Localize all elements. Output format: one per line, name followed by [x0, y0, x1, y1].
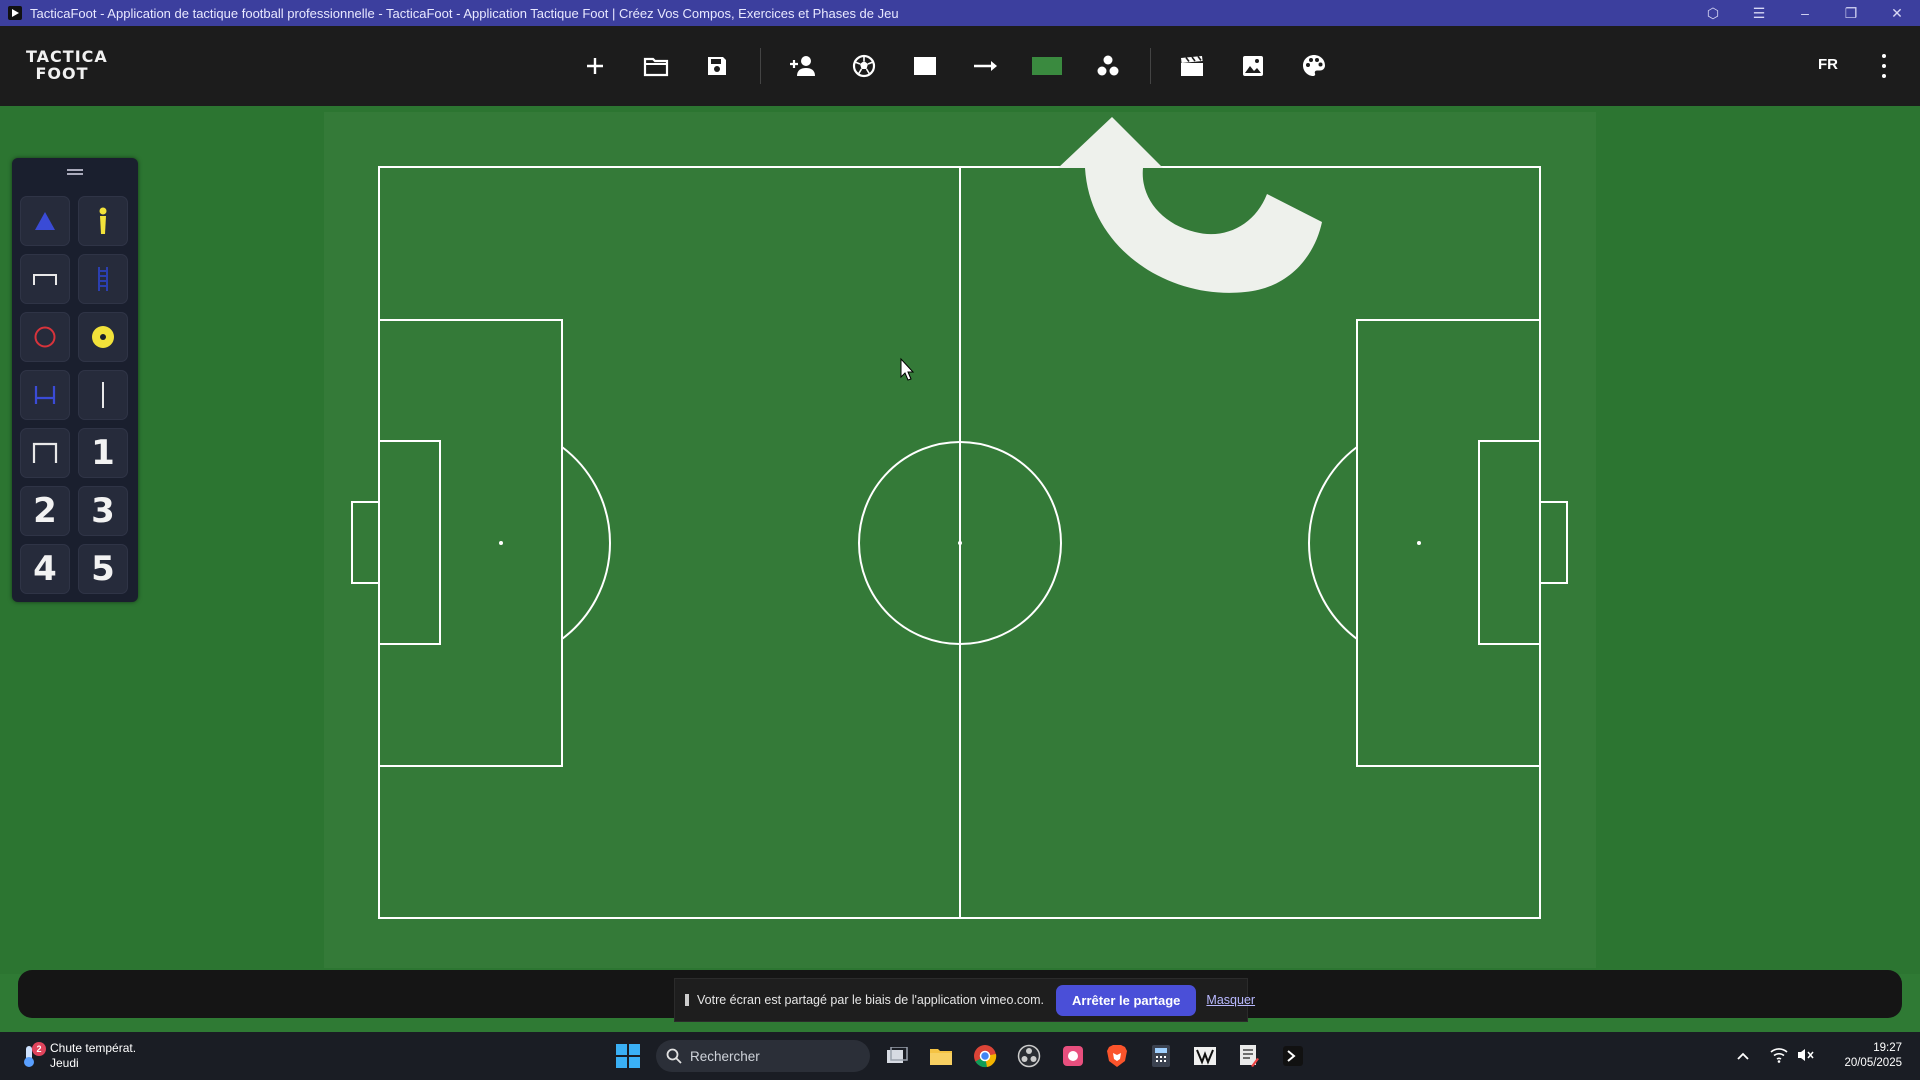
- h-goal-icon: [34, 386, 56, 404]
- curved-arrow-shape[interactable]: [1058, 117, 1322, 293]
- ladder-tool[interactable]: [78, 254, 128, 304]
- number-label: 4: [33, 549, 57, 589]
- right-penalty-arc: [1308, 446, 1358, 640]
- hide-link[interactable]: Masquer: [1206, 993, 1255, 1007]
- pause-icon: [685, 994, 689, 1006]
- taskbar-search[interactable]: Rechercher: [656, 1040, 870, 1072]
- mini-goal-icon: [32, 442, 58, 463]
- capcut-icon[interactable]: [1191, 1042, 1219, 1070]
- number-tool-5[interactable]: 5: [78, 544, 128, 594]
- brave-browser-icon[interactable]: [1103, 1042, 1131, 1070]
- screen-share-notice: Votre écran est partagé par le biais de …: [674, 978, 1255, 1022]
- share-message: Votre écran est partagé par le biais de …: [697, 993, 1045, 1007]
- hurdle-tool[interactable]: [20, 254, 70, 304]
- number-tool-3[interactable]: 3: [78, 486, 128, 536]
- chevron-up-icon[interactable]: [1736, 1049, 1750, 1063]
- mouse-cursor: [900, 357, 915, 381]
- taskbar-clock[interactable]: 19:27 20/05/2025: [1844, 1041, 1902, 1071]
- football-pitch[interactable]: [0, 0, 1920, 1080]
- right-penalty-spot: [1417, 541, 1421, 545]
- weather-badge: 2: [32, 1042, 46, 1056]
- ball-marker-icon: [92, 326, 114, 348]
- number-tool-1[interactable]: 1: [78, 428, 128, 478]
- left-penalty-arc: [561, 446, 611, 640]
- pole-tool[interactable]: [78, 370, 128, 420]
- player-figure-icon: [99, 207, 107, 234]
- wifi-icon[interactable]: [1770, 1047, 1788, 1063]
- search-placeholder: Rechercher: [690, 1048, 760, 1064]
- cone-tool[interactable]: [20, 196, 70, 246]
- chrome-icon[interactable]: [971, 1042, 999, 1070]
- center-spot: [958, 541, 962, 545]
- hurdle-icon: [33, 274, 57, 285]
- clock-time: 19:27: [1873, 1042, 1902, 1054]
- windows-start-icon[interactable]: [616, 1044, 640, 1068]
- obs-icon[interactable]: [1015, 1042, 1043, 1070]
- stop-sharing-button[interactable]: Arrêter le partage: [1056, 984, 1197, 1016]
- weather-title: Chute températ.: [50, 1041, 137, 1055]
- notes-app-icon[interactable]: [1235, 1042, 1263, 1070]
- ball-marker-tool[interactable]: [78, 312, 128, 362]
- left-goal-area: [378, 440, 441, 645]
- weather-widget[interactable]: 2 Chute températ. Jeudi: [20, 1041, 136, 1071]
- number-tool-4[interactable]: 4: [20, 544, 70, 594]
- pole-icon: [102, 382, 104, 408]
- right-goal-area: [1478, 440, 1541, 645]
- ring-icon: [34, 326, 56, 348]
- os-taskbar: 2 Chute températ. Jeudi Rechercher 19:27…: [0, 1032, 1920, 1080]
- ladder-icon: [98, 267, 108, 291]
- file-explorer-icon[interactable]: [927, 1042, 955, 1070]
- volume-muted-icon[interactable]: [1796, 1047, 1814, 1063]
- photos-app-icon[interactable]: [1059, 1042, 1087, 1070]
- clock-date: 20/05/2025: [1844, 1057, 1902, 1069]
- left-penalty-spot: [499, 541, 503, 545]
- calculator-icon[interactable]: [1147, 1042, 1175, 1070]
- cone-icon: [35, 212, 55, 230]
- left-penalty-area: [378, 319, 563, 767]
- mini-goal-tool[interactable]: [20, 428, 70, 478]
- weather-day: Jeudi: [50, 1056, 79, 1070]
- number-label: 5: [91, 549, 115, 589]
- search-icon: [666, 1048, 682, 1064]
- left-goal: [351, 501, 380, 584]
- number-label: 2: [33, 491, 57, 531]
- thermometer-icon: 2: [20, 1042, 46, 1068]
- number-label: 3: [91, 491, 115, 531]
- ring-tool[interactable]: [20, 312, 70, 362]
- right-goal: [1539, 501, 1568, 584]
- player-figure-tool[interactable]: [78, 196, 128, 246]
- number-label: 1: [91, 433, 115, 473]
- terminal-app-icon[interactable]: [1279, 1042, 1307, 1070]
- task-view-icon[interactable]: [883, 1042, 911, 1070]
- tool-palette: 1 2 3 4 5: [12, 158, 138, 602]
- h-goal-tool[interactable]: [20, 370, 70, 420]
- palette-drag-handle[interactable]: [12, 164, 138, 180]
- right-penalty-area: [1356, 319, 1541, 767]
- number-tool-2[interactable]: 2: [20, 486, 70, 536]
